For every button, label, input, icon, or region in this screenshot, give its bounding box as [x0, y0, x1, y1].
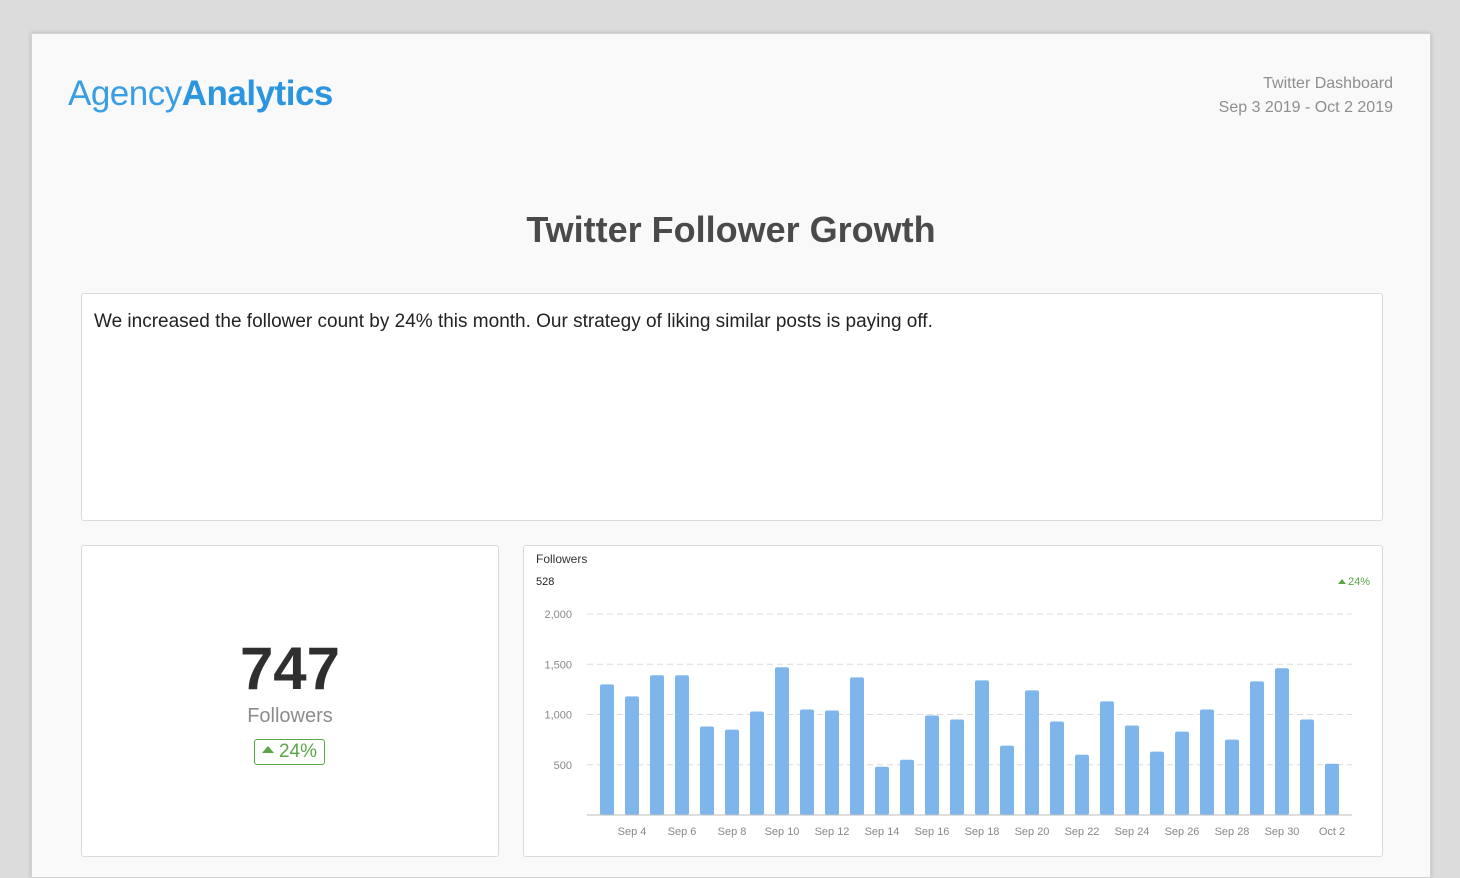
chart-total: 528	[536, 576, 555, 588]
bar	[625, 696, 639, 815]
report-title: Twitter Follower Growth	[526, 209, 936, 250]
kpi-value: 747	[239, 635, 341, 702]
bar	[1125, 725, 1139, 815]
bar	[775, 667, 789, 815]
x-tick-label: Sep 28	[1215, 826, 1250, 838]
chart-title: Followers	[536, 552, 588, 566]
bar	[1325, 763, 1339, 815]
chart-change-value: 24%	[1347, 576, 1370, 588]
bar	[1025, 690, 1039, 815]
x-tick-label: Oct 2	[1319, 826, 1345, 838]
report-page: AgencyAnalytics Twitter Dashboard Sep 3 …	[31, 33, 1431, 878]
date-range: Sep 3 2019 - Oct 2 2019	[1218, 99, 1393, 116]
bar	[725, 729, 739, 815]
bar	[1075, 754, 1089, 815]
bar	[650, 675, 664, 815]
bar	[1300, 719, 1314, 815]
x-tick-label: Sep 20	[1015, 826, 1050, 838]
x-tick-label: Sep 4	[618, 826, 647, 838]
bar	[925, 715, 939, 815]
bar	[900, 759, 914, 815]
bar	[975, 680, 989, 815]
x-tick-label: Sep 24	[1115, 826, 1150, 838]
dashboard-name: Twitter Dashboard	[1263, 75, 1393, 92]
x-tick-label: Sep 18	[965, 826, 1000, 838]
kpi-change-badge: 24%	[254, 739, 325, 765]
followers-bar-chart: 500 1,000 1,500 2,000 Sep 4 Sep 6 Sep 8 Sep 10 S…	[544, 609, 1352, 838]
x-tick-label: Sep 10	[765, 826, 800, 838]
x-tick-label: Sep 14	[865, 826, 900, 838]
triangle-up-icon	[1337, 578, 1346, 584]
report-notes-box: We increased the follower count by 24% t…	[81, 293, 1383, 521]
bar	[675, 675, 689, 815]
report-meta: Twitter Dashboard Sep 3 2019 - Oct 2 201…	[1219, 72, 1393, 120]
chart-change: 24%	[1337, 576, 1370, 588]
y-tick-label: 1,500	[544, 659, 572, 671]
bar	[825, 710, 839, 815]
followers-kpi-card: 747 Followers 24%	[81, 545, 499, 857]
bar	[850, 677, 864, 815]
kpi-change-value: 24%	[278, 741, 318, 762]
bar	[1050, 721, 1064, 815]
bar	[600, 684, 614, 815]
bar	[1150, 751, 1164, 815]
triangle-up-icon	[261, 746, 274, 754]
y-tick-label: 500	[554, 760, 572, 772]
bar	[1000, 745, 1014, 815]
x-tick-label: Sep 8	[718, 826, 747, 838]
bar	[1250, 681, 1264, 815]
bar	[1225, 739, 1239, 815]
x-tick-label: Sep 6	[668, 826, 697, 838]
x-tick-label: Sep 16	[915, 826, 950, 838]
bar	[1200, 709, 1214, 815]
followers-chart-card: 500 1,000 1,500 2,000 Sep 4 Sep 6 Sep 8 Sep 10 S…	[523, 545, 1383, 857]
x-tick-label: Sep 12	[815, 826, 850, 838]
kpi-label: Followers	[247, 705, 333, 727]
x-tick-label: Sep 30	[1265, 826, 1300, 838]
y-tick-label: 1,000	[544, 710, 572, 722]
y-tick-label: 2,000	[544, 609, 572, 621]
bar	[1100, 701, 1114, 815]
bar	[750, 711, 764, 815]
bar	[950, 719, 964, 815]
bar	[1275, 668, 1289, 815]
x-tick-label: Sep 26	[1165, 826, 1200, 838]
bar	[800, 709, 814, 815]
x-tick-label: Sep 22	[1065, 826, 1100, 838]
report-notes-text: We increased the follower count by 24% t…	[94, 311, 933, 332]
bar	[875, 766, 889, 815]
bar	[700, 726, 714, 815]
bar	[1175, 731, 1189, 815]
agency-analytics-logo: AgencyAnalytics	[68, 74, 333, 113]
